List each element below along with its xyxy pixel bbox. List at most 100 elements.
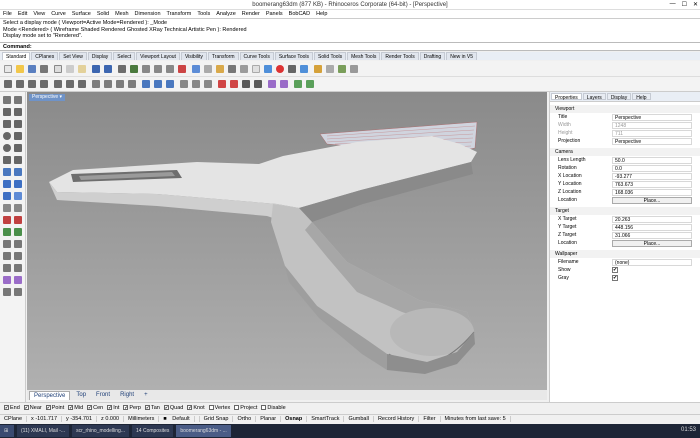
surface-tool-icon[interactable]: [3, 168, 11, 176]
menu-solid[interactable]: Solid: [97, 11, 109, 17]
analyze-icon[interactable]: [294, 80, 302, 88]
gumball-toggle[interactable]: Gumball: [344, 416, 374, 422]
fillet-icon[interactable]: [280, 80, 288, 88]
osnap-disable[interactable]: Disable: [261, 405, 286, 411]
menu-tools[interactable]: Tools: [197, 11, 210, 17]
tab-drafting[interactable]: Drafting: [419, 52, 446, 60]
grid-icon[interactable]: [326, 65, 334, 73]
osnap-checkbox[interactable]: ✔: [4, 405, 9, 410]
menu-surface[interactable]: Surface: [72, 11, 91, 17]
taskbar-item[interactable]: 14 Composites: [132, 425, 174, 437]
osnap-int[interactable]: ✔ Int: [107, 405, 119, 411]
polygon-tool-icon[interactable]: [3, 156, 11, 164]
osnap-knot[interactable]: ✔ Knot: [187, 405, 205, 411]
cut-icon[interactable]: [66, 65, 74, 73]
smarttrack-toggle[interactable]: SmartTrack: [307, 416, 345, 422]
box-icon[interactable]: [142, 80, 150, 88]
y-location-field[interactable]: 763.673: [612, 180, 692, 188]
menu-dimension[interactable]: Dimension: [135, 11, 161, 17]
projection-select[interactable]: Perspective: [612, 137, 692, 145]
boolean-icon[interactable]: [268, 80, 276, 88]
explode-icon[interactable]: [254, 80, 262, 88]
zoom-selected-icon[interactable]: [178, 65, 186, 73]
menu-bobcad[interactable]: BobCAD: [289, 11, 310, 17]
solid-tool-icon[interactable]: [14, 180, 22, 188]
split-icon[interactable]: [230, 80, 238, 88]
box-tool-icon[interactable]: [3, 180, 11, 188]
print-icon[interactable]: [40, 65, 48, 73]
tab-top[interactable]: Top: [72, 391, 90, 400]
tab-viewport-layout[interactable]: Viewport Layout: [136, 52, 180, 60]
point-tool-icon[interactable]: [14, 96, 22, 104]
osnap-checkbox[interactable]: ✔: [144, 405, 150, 410]
tab-display-panel[interactable]: Display: [606, 93, 632, 101]
tab-front[interactable]: Front: [92, 391, 114, 400]
polyline-icon[interactable]: [28, 80, 36, 88]
scale-icon[interactable]: [204, 80, 212, 88]
rotate-tool-icon[interactable]: [3, 252, 11, 260]
lens-length-field[interactable]: 50.0: [612, 156, 692, 164]
rectangle-tool-icon[interactable]: [14, 144, 22, 152]
menu-curve[interactable]: Curve: [51, 11, 66, 17]
trim-icon[interactable]: [218, 80, 226, 88]
undo-icon[interactable]: [92, 65, 100, 73]
minimize-icon[interactable]: —: [670, 1, 676, 8]
circle-icon[interactable]: [54, 80, 62, 88]
array-tool-icon[interactable]: [14, 264, 22, 272]
osnap-project[interactable]: Project: [234, 405, 257, 411]
osnap-cen[interactable]: ✔ Cen: [87, 405, 103, 411]
text-tool-icon[interactable]: [14, 156, 22, 164]
osnap-checkbox[interactable]: ✔: [68, 405, 74, 410]
cylinder-icon[interactable]: [166, 80, 174, 88]
mirror-tool-icon[interactable]: [3, 264, 11, 272]
close-icon[interactable]: ✕: [693, 1, 698, 8]
dimension-tool-icon[interactable]: [3, 276, 11, 284]
arc-icon[interactable]: [66, 80, 74, 88]
menu-file[interactable]: File: [3, 11, 12, 17]
tab-solid-tools[interactable]: Solid Tools: [314, 52, 347, 60]
tab-display[interactable]: Display: [87, 52, 113, 60]
tab-standard[interactable]: Standard: [2, 52, 31, 60]
osnap-checkbox[interactable]: ✔: [123, 405, 129, 410]
tab-surface-tools[interactable]: Surface Tools: [274, 52, 314, 60]
taskbar-item[interactable]: (11) XMALI, Mail -...: [17, 425, 70, 437]
tab-layers[interactable]: Layers: [582, 93, 606, 101]
join-icon[interactable]: [242, 80, 250, 88]
osnap-toggle[interactable]: Osnap: [281, 416, 308, 422]
trim-tool-icon[interactable]: [3, 216, 11, 224]
taskbar-item[interactable]: scr_rhino_modelling...: [72, 425, 130, 437]
sweep-icon[interactable]: [116, 80, 124, 88]
fillet-tool-icon[interactable]: [3, 204, 11, 212]
record-icon[interactable]: [350, 65, 358, 73]
rotate-icon[interactable]: [192, 80, 200, 88]
status-layer[interactable]: ■ Default: [159, 416, 200, 422]
freeform-icon[interactable]: [14, 120, 22, 128]
mesh-icon[interactable]: [338, 65, 346, 73]
osnap-point[interactable]: ✔ Point: [45, 405, 64, 411]
menu-view[interactable]: View: [33, 11, 45, 17]
osnap-mid[interactable]: ✔ Mid: [68, 405, 83, 411]
x-location-field[interactable]: -93.277: [612, 172, 692, 180]
object-properties-icon[interactable]: [216, 65, 224, 73]
osnap-checkbox[interactable]: [261, 405, 267, 410]
menu-help[interactable]: Help: [316, 11, 327, 17]
shade-icon[interactable]: [228, 65, 236, 73]
perspective-viewport[interactable]: Perspective ▾: [27, 92, 547, 390]
rotate-view-icon[interactable]: [130, 65, 138, 73]
osnap-perp[interactable]: ✔ Perp: [123, 405, 141, 411]
menu-render[interactable]: Render: [242, 11, 260, 17]
tab-new-in-v5[interactable]: New in V5: [446, 52, 478, 60]
copy-icon[interactable]: [54, 65, 62, 73]
line-icon[interactable]: [16, 80, 24, 88]
tab-set-view[interactable]: Set View: [59, 52, 87, 60]
render-tool-icon[interactable]: [3, 288, 11, 296]
z-target-field[interactable]: 31.066: [612, 231, 692, 239]
filter-toggle[interactable]: Filter: [419, 416, 441, 422]
tab-cplanes[interactable]: CPlanes: [31, 52, 59, 60]
menu-transform[interactable]: Transform: [167, 11, 192, 17]
osnap-vertex[interactable]: Vertex: [208, 405, 230, 411]
layer-icon[interactable]: [252, 65, 260, 73]
record-history-toggle[interactable]: Record History: [374, 416, 420, 422]
scale-tool-icon[interactable]: [14, 252, 22, 260]
boolean-diff-icon[interactable]: [14, 228, 22, 236]
